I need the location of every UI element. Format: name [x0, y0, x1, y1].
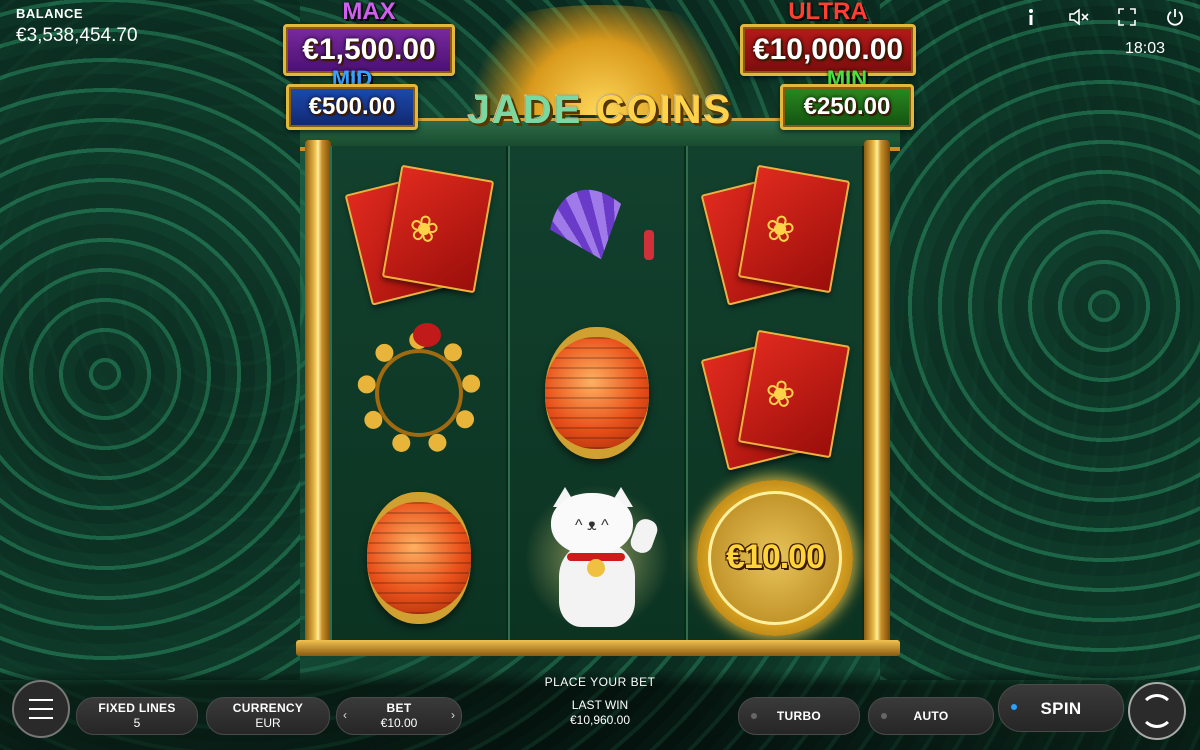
- reel-grid: ❀ ^ ᴥ ^ ❀ ❀ €10.00: [330, 146, 864, 643]
- top-controls: [1020, 6, 1186, 28]
- turbo-indicator: [751, 713, 757, 719]
- reel-cell: [332, 475, 506, 640]
- last-win-display: LAST WIN €10,960.00: [540, 698, 660, 728]
- reel-3: ❀ ❀ €10.00: [686, 146, 864, 640]
- money-coin-symbol: €10.00: [697, 479, 853, 636]
- jackpot-ultra: ULTRA €10,000.00: [740, 0, 916, 76]
- spin-label: SPIN: [1040, 698, 1082, 718]
- turbo-label: TURBO: [776, 708, 822, 723]
- reel-cell: ^ ᴥ ^: [510, 472, 684, 643]
- reel-cell: ❀: [688, 311, 862, 476]
- lantern-symbol: [545, 327, 649, 459]
- bet-label: BET: [386, 701, 412, 715]
- bet-decrease-icon[interactable]: ‹: [343, 708, 347, 723]
- balance-display: BALANCE €3,538,454.70: [16, 6, 138, 47]
- power-icon[interactable]: [1164, 6, 1186, 28]
- spin-circle-button[interactable]: [1128, 682, 1186, 740]
- fixed-lines-label: FIXED LINES: [98, 701, 176, 715]
- turbo-button[interactable]: TURBO: [738, 697, 860, 735]
- jackpot-min-amount: €250.00: [780, 84, 914, 130]
- reel-2: ^ ᴥ ^: [508, 146, 686, 643]
- menu-button[interactable]: [12, 680, 70, 738]
- jackpot-max-name: MAX: [342, 0, 396, 25]
- spin-indicator: [1011, 704, 1017, 710]
- red-envelope-symbol: ❀: [700, 165, 851, 307]
- background-swirl-left: [0, 0, 300, 680]
- money-coin-value: €10.00: [726, 538, 825, 577]
- last-win-value: €10,960.00: [569, 713, 631, 727]
- jackpot-mid-amount: €500.00: [286, 84, 418, 130]
- reel-cell: [510, 146, 684, 311]
- place-bet-message: PLACE YOUR BET: [544, 675, 656, 689]
- auto-label: AUTO: [913, 708, 949, 723]
- game-logo: JADE COINS: [450, 88, 750, 133]
- gold-pillar-right: [864, 140, 890, 650]
- reel-cell: [332, 311, 506, 476]
- bet-value: €10.00: [380, 716, 418, 730]
- background-swirl-right: [880, 0, 1200, 680]
- bet-selector: ‹ BET €10.00 ›: [336, 697, 462, 735]
- bet-increase-icon[interactable]: ›: [451, 708, 455, 723]
- last-win-label: LAST WIN: [571, 698, 629, 712]
- reel-cell: ❀: [332, 146, 506, 311]
- lucky-cat-symbol: ^ ᴥ ^: [525, 472, 669, 643]
- fixed-lines-display: FIXED LINES 5: [76, 697, 198, 735]
- red-envelope-symbol: ❀: [344, 165, 495, 307]
- currency-value: EUR: [255, 716, 281, 730]
- hamburger-icon: [29, 699, 53, 719]
- info-icon[interactable]: [1020, 6, 1042, 28]
- lantern-symbol: [367, 491, 471, 624]
- logo-word-jade: JADE: [467, 88, 583, 132]
- reel-cell: €10.00: [688, 475, 862, 640]
- fan-symbol: [532, 178, 662, 278]
- balance-label: BALANCE: [16, 6, 84, 21]
- clock: 18:03: [1124, 40, 1165, 57]
- red-envelope-symbol: ❀: [700, 329, 851, 471]
- gold-pillar-left: [305, 140, 331, 650]
- jackpot-min: MIN €250.00: [780, 66, 914, 130]
- reel-1: ❀: [330, 146, 508, 640]
- auto-indicator: [881, 713, 887, 719]
- reel-cell: [510, 311, 684, 476]
- fullscreen-icon[interactable]: [1116, 6, 1138, 28]
- jackpot-max: MAX €1,500.00: [283, 0, 455, 76]
- gold-base: [296, 640, 900, 656]
- reel-cell: ❀: [688, 146, 862, 311]
- sound-muted-icon[interactable]: [1068, 6, 1090, 28]
- currency-label: CURRENCY: [232, 701, 304, 715]
- spin-button[interactable]: SPIN: [998, 684, 1124, 732]
- refresh-icon: [1140, 694, 1174, 728]
- balance-value: €3,538,454.70: [16, 25, 138, 46]
- auto-button[interactable]: AUTO: [868, 697, 994, 735]
- logo-word-coins: COINS: [595, 88, 733, 132]
- currency-display: CURRENCY EUR: [206, 697, 330, 735]
- jackpot-mid: MID €500.00: [286, 66, 418, 130]
- coin-string-symbol: [357, 323, 481, 455]
- jackpot-ultra-name: ULTRA: [788, 0, 868, 25]
- fixed-lines-value: 5: [133, 716, 141, 730]
